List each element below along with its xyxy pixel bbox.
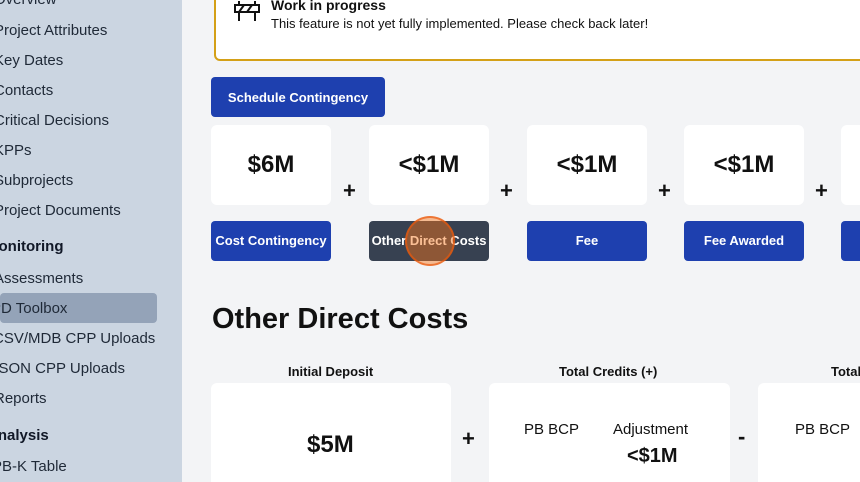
- sidebar-item-reports[interactable]: Reports: [0, 390, 47, 407]
- plus-operator: +: [815, 178, 828, 203]
- plus-operator: +: [500, 178, 513, 203]
- fee-button[interactable]: Fee: [527, 221, 647, 261]
- sidebar-item-json-uploads[interactable]: JSON CPP Uploads: [0, 360, 125, 377]
- column-header-initial-deposit: Initial Deposit: [288, 364, 374, 379]
- sidebar-item-key-dates[interactable]: Key Dates: [0, 52, 63, 69]
- fee-awarded-button[interactable]: Fee Awarded: [684, 221, 804, 261]
- fee-awarded-value: <$1M: [684, 125, 804, 205]
- sidebar-item-project-documents[interactable]: Project Documents: [0, 202, 121, 219]
- sidebar-item-project-attributes[interactable]: Project Attributes: [0, 22, 107, 39]
- sidebar-item-subprojects[interactable]: Subprojects: [0, 172, 73, 189]
- sidebar-item-critical-decisions[interactable]: Critical Decisions: [0, 112, 109, 129]
- total-credits-card: PB BCP Adjustment <$1M: [489, 383, 730, 482]
- section-title: Other Direct Costs: [212, 303, 469, 335]
- sidebar-item-csv-mdb-uploads[interactable]: CSV/MDB CPP Uploads: [0, 330, 155, 347]
- banner-title: Work in progress: [271, 0, 386, 13]
- total-debits-card: PB BCP: [758, 383, 860, 482]
- fee-value: <$1M: [527, 125, 647, 205]
- sidebar-item-kpps[interactable]: KPPs: [0, 142, 32, 159]
- work-in-progress-banner: Work in progress This feature is not yet…: [214, 0, 860, 61]
- plus-operator: +: [462, 426, 475, 451]
- sidebar-item-assessments[interactable]: Assessments: [0, 270, 83, 287]
- next-button-partial[interactable]: [841, 221, 860, 261]
- debits-pb-bcp-label: PB BCP: [795, 421, 851, 438]
- credits-pb-bcp-label: PB BCP: [524, 421, 580, 438]
- sidebar-item-pbk-table[interactable]: PB-K Table: [0, 458, 67, 475]
- sidebar-section-monitoring: Monitoring: [0, 238, 64, 255]
- credits-adjustment-value: <$1M: [627, 445, 678, 467]
- sidebar-item-pd-toolbox[interactable]: PD Toolbox: [0, 300, 67, 317]
- sidebar-item-contacts[interactable]: Contacts: [0, 82, 53, 99]
- banner-message: This feature is not yet fully implemente…: [271, 16, 649, 31]
- cost-contingency-button[interactable]: Cost Contingency: [211, 221, 331, 261]
- column-header-total: Total: [831, 364, 860, 379]
- sidebar-section-analysis: Analysis: [0, 427, 49, 444]
- sidebar: Overview Project Attributes Key Dates Co…: [0, 0, 182, 482]
- plus-operator: +: [343, 178, 356, 203]
- sidebar-item-overview[interactable]: Overview: [0, 0, 57, 8]
- schedule-contingency-button[interactable]: Schedule Contingency: [211, 77, 385, 117]
- other-direct-costs-value: <$1M: [369, 125, 489, 205]
- initial-deposit-card: $5M: [211, 383, 451, 482]
- cost-contingency-value: $6M: [211, 125, 331, 205]
- column-header-total-credits: Total Credits (+): [559, 364, 658, 379]
- click-indicator: [405, 216, 455, 266]
- next-card-partial: [841, 125, 860, 205]
- credits-adjustment-label: Adjustment: [613, 421, 689, 438]
- initial-deposit-value: $5M: [307, 431, 354, 458]
- minus-operator: -: [738, 424, 746, 449]
- plus-operator: +: [658, 178, 671, 203]
- construction-barrier-icon: [234, 1, 260, 21]
